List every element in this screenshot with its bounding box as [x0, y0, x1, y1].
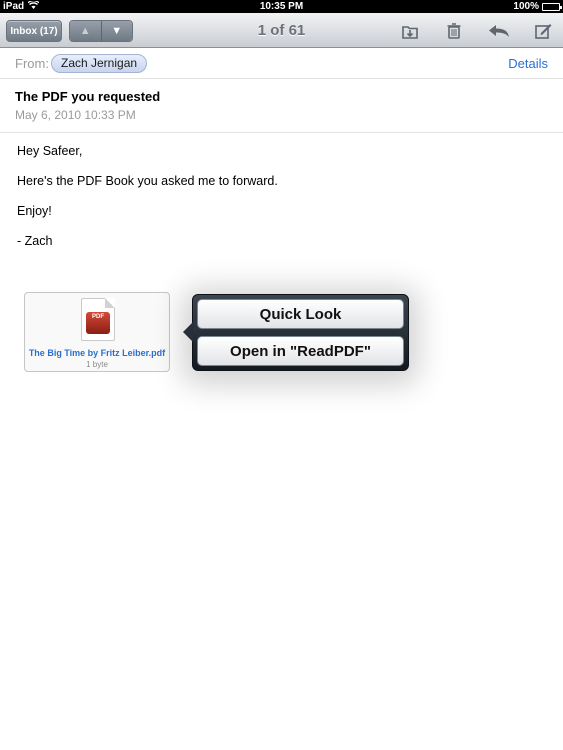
quick-look-button[interactable]: Quick Look [197, 299, 404, 329]
compose-icon[interactable] [533, 21, 553, 41]
status-time: 10:35 PM [259, 1, 304, 12]
from-row: From: Zach Jernigan Details [0, 49, 563, 79]
body-line: Here's the PDF Book you asked me to forw… [17, 174, 278, 188]
next-message-button[interactable]: ▼ [101, 21, 132, 41]
pdf-badge: PDF [86, 312, 110, 334]
previous-message-button[interactable]: ▲ [70, 21, 102, 41]
battery-percent: 100% [513, 1, 539, 12]
message-body: Hey Safeer, Here's the PDF Book you aske… [17, 144, 278, 264]
popover-arrow [183, 322, 193, 342]
body-line: Enjoy! [17, 204, 52, 218]
status-bar: iPad 10:35 PM 100% [0, 0, 563, 13]
reply-icon[interactable] [487, 21, 511, 41]
trash-icon[interactable] [444, 21, 464, 41]
inbox-button[interactable]: Inbox (17) [6, 20, 62, 42]
message-nav-segment: ▲ ▼ [69, 20, 133, 42]
message-date: May 6, 2010 10:33 PM [15, 108, 136, 122]
attachment-size: 1 byte [86, 360, 108, 369]
details-link[interactable]: Details [508, 56, 548, 71]
pdf-attachment[interactable]: PDF The Big Time by Fritz Leiber.pdf 1 b… [24, 292, 170, 372]
subject-row: The PDF you requested May 6, 2010 10:33 … [0, 80, 563, 133]
status-right: 100% [513, 0, 562, 13]
from-label: From: [15, 56, 49, 71]
move-folder-icon[interactable] [400, 21, 420, 41]
up-arrow-icon: ▲ [79, 25, 91, 37]
body-line: - Zach [17, 234, 53, 248]
open-in-readpdf-button[interactable]: Open in "ReadPDF" [197, 336, 404, 366]
body-line: Hey Safeer, [17, 144, 83, 158]
sender-chip[interactable]: Zach Jernigan [51, 54, 148, 73]
attachment-popover: Quick Look Open in "ReadPDF" [183, 294, 409, 371]
attachment-filename: The Big Time by Fritz Leiber.pdf [28, 348, 166, 358]
battery-icon [542, 2, 562, 11]
pdf-file-icon: PDF [81, 298, 115, 341]
message-subject: The PDF you requested [15, 89, 161, 104]
down-arrow-icon: ▼ [111, 25, 123, 37]
message-toolbar: 1 of 61 Inbox (17) ▲ ▼ [0, 13, 563, 48]
